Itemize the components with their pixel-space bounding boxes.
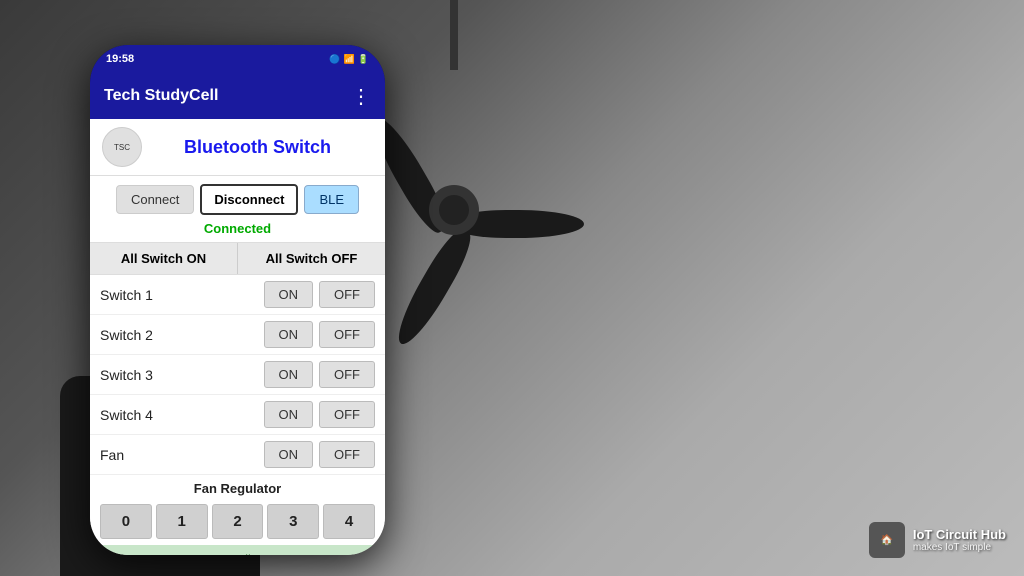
watermark-icon-glyph: 🏠 xyxy=(881,535,893,546)
regulator-row: 0 1 2 3 4 xyxy=(90,500,385,545)
details-button[interactable]: Details xyxy=(90,545,385,555)
app-header-title: Bluetooth Switch xyxy=(142,137,373,158)
switch-grid: All Switch ON All Switch OFF Switch 1 ON… xyxy=(90,242,385,475)
switch-row-1: Switch 1 ON OFF xyxy=(90,275,385,315)
switch-row-2: Switch 2 ON OFF xyxy=(90,315,385,355)
switch-row-3: Switch 3 ON OFF xyxy=(90,355,385,395)
app-bar-title: Tech StudyCell xyxy=(104,87,218,105)
reg-speed-4[interactable]: 4 xyxy=(323,504,375,539)
battery-icon: 🔋 xyxy=(358,54,369,65)
fan-regulator-label: Fan Regulator xyxy=(90,475,385,500)
screen-content: TSC Bluetooth Switch Connect Disconnect … xyxy=(90,119,385,555)
watermark: 🏠 IoT Circuit Hub makes IoT simple xyxy=(869,522,1006,558)
switch-1-label: Switch 1 xyxy=(100,287,264,303)
app-header: TSC Bluetooth Switch xyxy=(90,119,385,176)
switch-row-4: Switch 4 ON OFF xyxy=(90,395,385,435)
wifi-icon: 📶 xyxy=(344,54,355,65)
more-options-icon[interactable]: ⋮ xyxy=(351,84,371,109)
status-time: 19:58 xyxy=(106,53,134,65)
switch-1-on[interactable]: ON xyxy=(264,281,314,308)
master-row: All Switch ON All Switch OFF xyxy=(90,242,385,275)
switch-2-off[interactable]: OFF xyxy=(319,321,375,348)
reg-speed-2[interactable]: 2 xyxy=(212,504,264,539)
reg-speed-0[interactable]: 0 xyxy=(100,504,152,539)
switch-2-label: Switch 2 xyxy=(100,327,264,343)
logo-text: TSC xyxy=(114,143,130,152)
switch-3-on[interactable]: ON xyxy=(264,361,314,388)
status-icons: 🔵 📶 🔋 xyxy=(329,54,369,65)
fan-label: Fan xyxy=(100,447,264,463)
watermark-subtitle: makes IoT simple xyxy=(913,542,1006,553)
watermark-icon: 🏠 xyxy=(869,522,905,558)
disconnect-button[interactable]: Disconnect xyxy=(200,184,298,215)
status-bar: 19:58 🔵 📶 🔋 xyxy=(90,45,385,73)
switch-4-label: Switch 4 xyxy=(100,407,264,423)
watermark-text: IoT Circuit Hub makes IoT simple xyxy=(913,527,1006,553)
switch-row-fan: Fan ON OFF xyxy=(90,435,385,475)
switch-2-on[interactable]: ON xyxy=(264,321,314,348)
fan-off[interactable]: OFF xyxy=(319,441,375,468)
connection-status: Connected xyxy=(90,219,385,242)
switch-3-off[interactable]: OFF xyxy=(319,361,375,388)
ble-button[interactable]: BLE xyxy=(304,185,359,214)
app-logo: TSC xyxy=(102,127,142,167)
all-switch-on-button[interactable]: All Switch ON xyxy=(90,243,238,274)
fan-on[interactable]: ON xyxy=(264,441,314,468)
connect-button[interactable]: Connect xyxy=(116,185,194,214)
watermark-title: IoT Circuit Hub xyxy=(913,527,1006,542)
switch-4-on[interactable]: ON xyxy=(264,401,314,428)
app-bar: Tech StudyCell ⋮ xyxy=(90,73,385,119)
switch-4-off[interactable]: OFF xyxy=(319,401,375,428)
connection-row: Connect Disconnect BLE xyxy=(90,176,385,219)
switch-3-label: Switch 3 xyxy=(100,367,264,383)
phone-frame: 19:58 🔵 📶 🔋 Tech StudyCell ⋮ TSC Bluetoo… xyxy=(90,45,385,555)
reg-speed-3[interactable]: 3 xyxy=(267,504,319,539)
all-switch-off-button[interactable]: All Switch OFF xyxy=(238,243,385,274)
bluetooth-icon: 🔵 xyxy=(329,54,340,65)
reg-speed-1[interactable]: 1 xyxy=(156,504,208,539)
switch-1-off[interactable]: OFF xyxy=(319,281,375,308)
